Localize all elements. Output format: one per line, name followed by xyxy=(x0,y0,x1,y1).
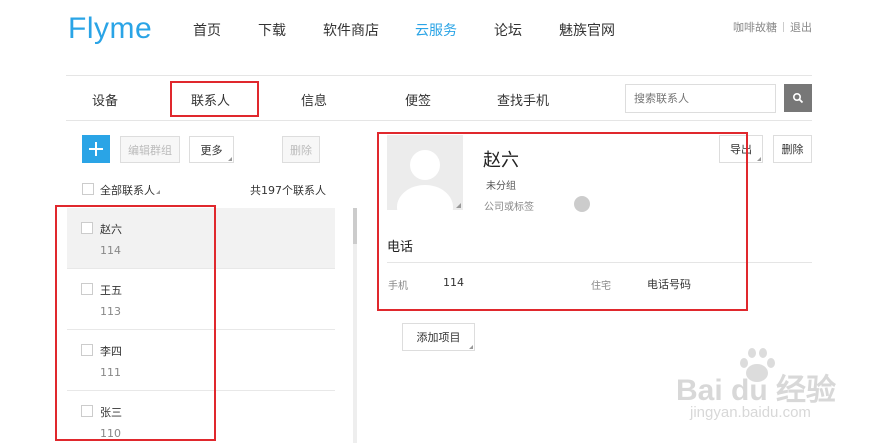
more-label: 更多 xyxy=(200,143,223,157)
user-name[interactable]: 咖啡故糖 xyxy=(733,21,777,34)
contact-count: 共197个联系人 xyxy=(250,184,326,197)
search-input[interactable] xyxy=(625,84,776,113)
nav-app-store[interactable]: 软件商店 xyxy=(323,20,379,40)
contact-name: 李四 xyxy=(100,345,122,358)
contact-phone: 111 xyxy=(100,366,121,379)
search-icon xyxy=(792,92,804,104)
mobile-label: 手机 xyxy=(388,281,408,292)
company-field[interactable]: 公司或标签 xyxy=(484,198,534,213)
delete-detail-button[interactable]: 删除 xyxy=(773,135,812,163)
contact-checkbox[interactable] xyxy=(81,283,93,295)
delete-contact-label: 删除 xyxy=(290,143,312,157)
delete-detail-label: 删除 xyxy=(781,143,804,156)
header-divider xyxy=(66,75,812,76)
nav-cloud-service[interactable]: 云服务 xyxy=(415,20,457,40)
contact-phone: 114 xyxy=(100,244,121,257)
add-item-button[interactable]: 添加项目 xyxy=(402,323,475,351)
contact-phone: 110 xyxy=(100,427,121,440)
edit-group-label: 编辑群组 xyxy=(128,143,172,157)
avatar-edit-corner-icon xyxy=(456,203,461,208)
contact-name: 王五 xyxy=(100,284,122,297)
dropdown-corner-icon xyxy=(469,345,473,349)
phone-section-title: 电话 xyxy=(387,240,414,255)
all-contacts-filter[interactable]: 全部联系人 xyxy=(100,182,155,198)
all-contacts-label: 全部联系人 xyxy=(100,184,155,197)
tab-find-phone[interactable]: 查找手机 xyxy=(497,90,549,109)
contact-row[interactable]: 张三 110 xyxy=(67,391,335,443)
tabs-divider xyxy=(66,120,812,121)
edit-group-button[interactable]: 编辑群组 xyxy=(120,136,180,163)
watermark-brand: Bai du 经验 xyxy=(676,374,837,407)
more-button[interactable]: 更多 xyxy=(189,136,234,163)
home-label: 住宅 xyxy=(591,281,611,292)
export-label: 导出 xyxy=(730,143,752,156)
nav-home[interactable]: 首页 xyxy=(193,20,221,40)
contact-name: 赵六 xyxy=(100,223,122,236)
add-item-label: 添加项目 xyxy=(416,331,461,344)
export-button[interactable]: 导出 xyxy=(719,135,763,163)
home-phone-field[interactable]: 电话号码 xyxy=(647,276,691,292)
nav-meizu-site[interactable]: 魅族官网 xyxy=(559,20,615,40)
tab-contacts[interactable]: 联系人 xyxy=(191,90,230,109)
detail-group[interactable]: 未分组 xyxy=(486,177,516,192)
contact-checkbox[interactable] xyxy=(81,222,93,234)
tab-devices[interactable]: 设备 xyxy=(92,90,118,109)
avatar[interactable] xyxy=(387,135,463,210)
flyme-logo[interactable]: Flyme xyxy=(68,12,152,46)
tag-icon[interactable] xyxy=(574,196,590,212)
select-all-checkbox[interactable] xyxy=(82,183,94,195)
dropdown-corner-icon xyxy=(228,157,232,161)
contact-checkbox[interactable] xyxy=(81,344,93,356)
plus-icon xyxy=(89,142,103,156)
watermark-url: jingyan.baidu.com xyxy=(690,404,811,421)
user-area: 咖啡故糖 退出 xyxy=(733,19,812,35)
nav-forum[interactable]: 论坛 xyxy=(494,20,522,40)
dropdown-corner-icon xyxy=(757,157,761,161)
filter-dropdown-icon[interactable] xyxy=(156,190,160,194)
phone-section-divider xyxy=(387,262,812,263)
scrollbar-thumb[interactable] xyxy=(353,208,357,244)
tab-notes[interactable]: 便签 xyxy=(405,90,431,109)
detail-contact-name: 赵六 xyxy=(483,150,519,171)
search-button[interactable] xyxy=(784,84,812,112)
contact-checkbox[interactable] xyxy=(81,405,93,417)
default-avatar-icon xyxy=(397,150,453,210)
nav-download[interactable]: 下载 xyxy=(258,20,286,40)
user-separator xyxy=(783,22,784,32)
contact-name: 张三 xyxy=(100,406,122,419)
mobile-value[interactable]: 114 xyxy=(443,276,464,289)
tab-messages[interactable]: 信息 xyxy=(301,90,327,109)
contact-row[interactable]: 赵六 114 xyxy=(67,208,335,269)
add-contact-button[interactable] xyxy=(82,135,110,163)
contact-phone: 113 xyxy=(100,305,121,318)
contact-row[interactable]: 李四 111 xyxy=(67,330,335,391)
logout-link[interactable]: 退出 xyxy=(790,21,812,34)
contact-row[interactable]: 王五 113 xyxy=(67,269,335,330)
contact-list-scrollbar[interactable] xyxy=(353,208,357,443)
delete-contact-button[interactable]: 删除 xyxy=(282,136,320,163)
contact-list: 赵六 114 王五 113 李四 111 张三 110 xyxy=(67,208,335,443)
